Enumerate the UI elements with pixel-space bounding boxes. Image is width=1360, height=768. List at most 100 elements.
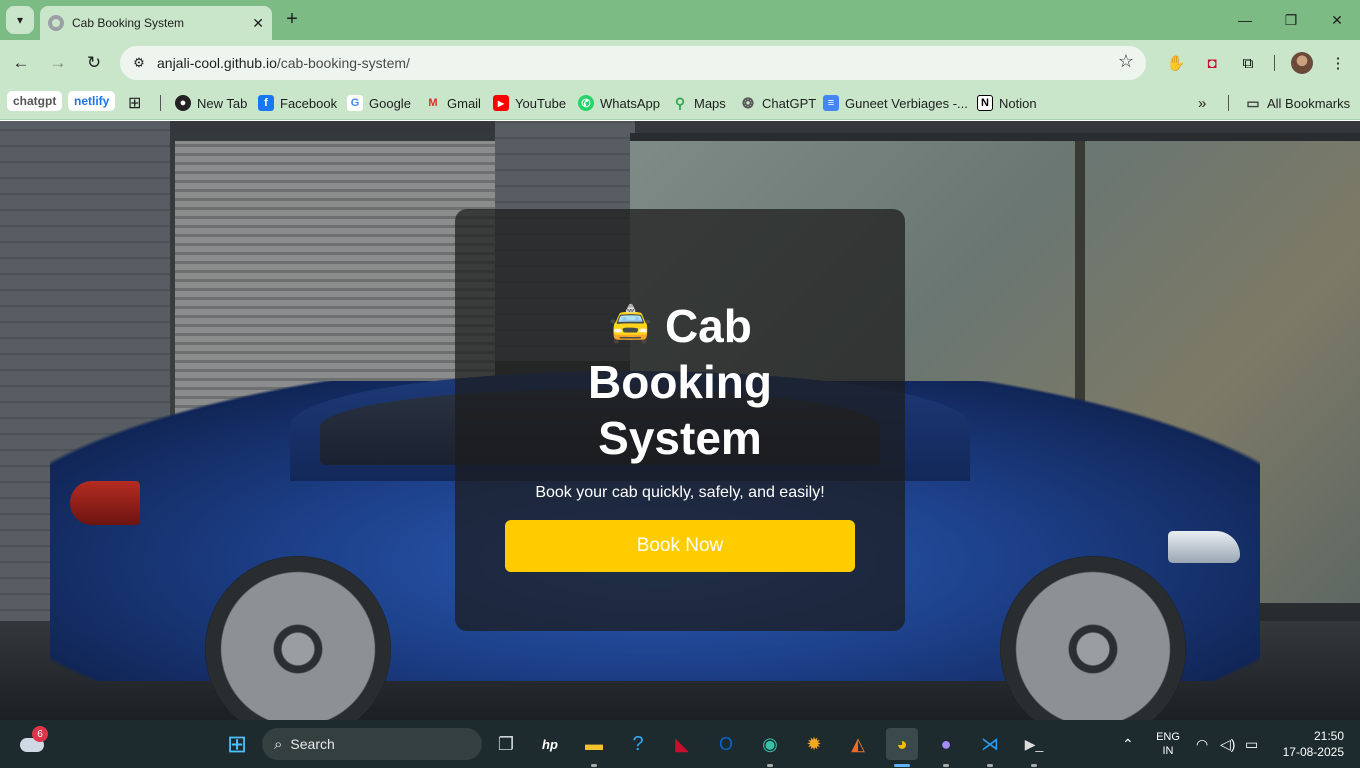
github-desktop-icon[interactable]: ● (930, 728, 962, 760)
tray-overflow-icon[interactable]: ⌃ (1122, 720, 1134, 768)
language-indicator[interactable]: ENG IN (1154, 730, 1182, 758)
active-indicator (894, 764, 910, 767)
search-placeholder: Search (290, 736, 335, 752)
bookmark-label: Maps (694, 95, 726, 111)
mcafee-icon[interactable]: ◣ (666, 728, 698, 760)
url-host: anjali-cool.github.io (157, 55, 277, 71)
bookmarks-bar: chatgpt netlify ⊞ ● New Tab f Facebook G Go… (0, 86, 1360, 120)
sun-app-icon[interactable]: ✹ (798, 728, 830, 760)
taxi-icon: 🚖 (608, 303, 653, 344)
bookmark-label: Facebook (280, 95, 338, 111)
back-button[interactable]: ← (8, 50, 34, 76)
extension-hand-icon[interactable]: ✋ (1165, 52, 1187, 74)
lpu-app-icon[interactable]: ◭ (842, 728, 874, 760)
url-path: /cab-booking-system/ (276, 55, 410, 71)
bookmark-facebook[interactable]: f Facebook (258, 92, 337, 114)
bookmark-google[interactable]: G Google (347, 92, 411, 114)
bookmark-chatgpt[interactable]: ❂ ChatGPT (740, 92, 816, 114)
bookmark-guneet-verbiages[interactable]: ≡ Guneet Verbiages -... (823, 92, 968, 114)
bookmark-label: Notion (999, 95, 1037, 111)
wifi-icon[interactable]: ◠ (1196, 720, 1208, 768)
title-line-2: Booking (588, 356, 772, 408)
folder-icon: ▭ (1246, 94, 1260, 111)
chrome-icon[interactable]: ◕ (886, 728, 918, 760)
car-headlight (1168, 531, 1240, 563)
start-windows-icon[interactable]: ⊞ (221, 728, 253, 760)
chevron-down-icon: ▾ (16, 13, 24, 27)
bookmarks-divider (160, 95, 161, 111)
vscode-icon[interactable]: ⋊ (974, 728, 1006, 760)
bookmark-new-tab[interactable]: ● New Tab (175, 92, 247, 114)
close-window-button[interactable]: ✕ (1314, 0, 1360, 40)
edge-icon[interactable]: ◉ (754, 728, 786, 760)
bookmark-maps[interactable]: ⚲ Maps (672, 92, 726, 114)
bookmark-chip-netlify[interactable]: netlify (68, 91, 116, 111)
reload-button[interactable]: ↻ (81, 50, 107, 76)
clock[interactable]: 21:50 17-08-2025 (1272, 728, 1344, 760)
tab-close-icon[interactable]: ✕ (252, 15, 264, 32)
terminal-icon[interactable]: ▶_ (1018, 728, 1050, 760)
extensions-puzzle-icon[interactable]: ⧉ (1237, 52, 1259, 74)
web-page: 🚖 Cab Booking System Book your cab quickl… (0, 121, 1360, 720)
active-tab[interactable]: Cab Booking System ✕ (40, 6, 272, 40)
page-title: 🚖 Cab Booking System (455, 296, 905, 466)
bookmark-youtube[interactable]: ▶ YouTube (493, 92, 566, 114)
clock-date: 17-08-2025 (1282, 745, 1344, 759)
car-taillight (70, 481, 140, 525)
all-bookmarks[interactable]: ▭ All Bookmarks (1245, 92, 1350, 114)
tab-search-button[interactable]: ▾ (6, 6, 34, 34)
battery-icon[interactable]: ▭ (1245, 720, 1258, 768)
notification-badge: 6 (32, 726, 48, 742)
all-bookmarks-label: All Bookmarks (1267, 95, 1351, 111)
bookmark-label: New Tab (197, 95, 248, 111)
file-explorer-icon[interactable]: ▬ (578, 728, 610, 760)
profile-avatar[interactable] (1291, 52, 1313, 74)
bookmark-label: WhatsApp (600, 95, 660, 111)
extension-shield-icon[interactable]: ◘ (1201, 52, 1223, 74)
bookmark-star-icon[interactable]: ☆ (1118, 51, 1134, 72)
address-bar[interactable]: ⚙ anjali-cool.github.io/cab-booking-syst… (120, 46, 1146, 80)
apps-grid-icon[interactable]: ⊞ (128, 92, 141, 114)
hero-subtitle: Book your cab quickly, safely, and easil… (535, 484, 825, 501)
globe-icon: ● (175, 95, 191, 111)
search-icon: ⌕ (274, 735, 283, 753)
bookmark-label: Google (369, 95, 411, 111)
outlook-icon[interactable]: O (710, 728, 742, 760)
volume-icon[interactable]: ◁) (1220, 720, 1235, 768)
facebook-icon: f (258, 95, 274, 111)
new-tab-button[interactable]: + (282, 8, 302, 32)
notion-icon: N (977, 95, 993, 111)
site-info-icon[interactable]: ⚙ (124, 50, 154, 76)
bookmark-whatsapp[interactable]: ✆ WhatsApp (578, 92, 660, 114)
bookmark-notion[interactable]: N Notion (977, 92, 1037, 114)
toolbar-divider (1274, 55, 1275, 71)
clock-time: 21:50 (1313, 729, 1344, 743)
whatsapp-icon: ✆ (578, 95, 594, 111)
bookmark-label: ChatGPT (762, 95, 817, 111)
bookmark-chip-chatgpt[interactable]: chatgpt (7, 91, 63, 111)
get-help-icon[interactable]: ? (622, 728, 654, 760)
maps-icon: ⚲ (674, 94, 686, 111)
google-icon: G (347, 95, 363, 111)
forward-button[interactable]: → (45, 50, 71, 76)
hp-app-icon[interactable]: hp (534, 728, 566, 760)
bookmark-label: Guneet Verbiages -... (845, 95, 968, 111)
task-view-icon[interactable]: ❐ (490, 728, 522, 760)
bookmarks-divider (1228, 95, 1229, 111)
running-indicator (987, 764, 993, 767)
taskbar: 6 ⊞ ⌕ Search ❐ hp ▬ ? ◣ O ◉ ✹ ◭ ◕ ● ⋊ ▶_… (0, 720, 1360, 768)
bookmarks-overflow-icon[interactable]: » (1198, 92, 1206, 114)
url-text: anjali-cool.github.io/cab-booking-system… (157, 55, 410, 71)
minimize-button[interactable]: — (1222, 0, 1268, 40)
running-indicator (591, 764, 597, 767)
weather-widget[interactable]: 6 (18, 726, 48, 756)
book-now-button[interactable]: Book Now (505, 520, 855, 572)
docs-icon: ≡ (823, 95, 839, 111)
restore-button[interactable]: ❐ (1268, 0, 1314, 40)
menu-kebab-icon[interactable]: ⋮ (1327, 52, 1349, 74)
title-line-1: Cab (664, 300, 752, 352)
bookmark-gmail[interactable]: M Gmail (425, 92, 481, 114)
gmail-icon: M (428, 97, 438, 109)
taskbar-search[interactable]: ⌕ Search (262, 728, 482, 760)
youtube-icon: ▶ (493, 95, 509, 111)
